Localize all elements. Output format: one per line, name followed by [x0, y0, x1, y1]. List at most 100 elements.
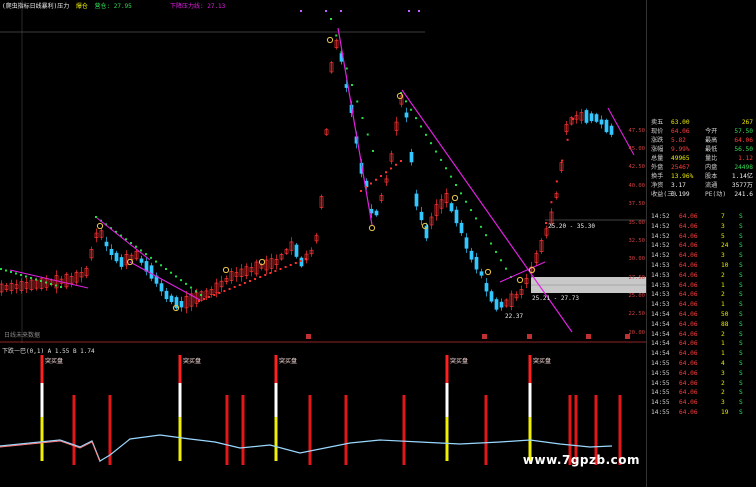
resistance-dot: [490, 242, 492, 245]
support-dot: [572, 118, 574, 120]
tick-row[interactable]: 14:55 64.06 2 S: [651, 379, 755, 388]
quote-value-2: 57.50: [734, 128, 753, 135]
support-dot: [213, 294, 216, 296]
signal-marker: [222, 266, 230, 274]
tick-row[interactable]: 14:55 64.06 3 S: [651, 398, 755, 407]
signal-bar-top: [274, 355, 278, 383]
tick-volume: 88: [721, 320, 729, 328]
support-dot: [294, 262, 297, 264]
tick-row[interactable]: 14:52 64.06 3 S: [651, 251, 755, 260]
resistance-dot: [60, 286, 62, 288]
top-marker: [300, 10, 302, 12]
support-dot: [555, 180, 558, 183]
support-dot: [264, 274, 267, 276]
tick-row[interactable]: 14:53 64.06 10 S: [651, 261, 755, 270]
tick-row[interactable]: 14:55 64.06 4 S: [651, 359, 755, 368]
tick-row[interactable]: 14:55 64.06 3 S: [651, 369, 755, 378]
quote-row: 收益(三) 0.199 PE(动) 241.6: [651, 190, 755, 199]
resistance-dot: [150, 256, 152, 259]
indicator-bar: [241, 395, 245, 465]
tick-row[interactable]: 14:52 64.06 5 S: [651, 232, 755, 241]
resistance-dot: [185, 282, 187, 285]
tick-row[interactable]: 14:53 64.06 1 S: [651, 281, 755, 290]
tick-row[interactable]: 14:54 64.06 50 S: [651, 310, 755, 319]
tick-price: 64.06: [679, 379, 698, 387]
support-dot: [395, 163, 397, 166]
quote-panel: 卖五 63.00 267 现价 64.06 今开 57.50 涨跌 5.82 最高 64.06 涨幅 9…: [646, 0, 756, 487]
support-dot: [254, 278, 257, 280]
tick-row[interactable]: 14:54 64.06 1 S: [651, 339, 755, 348]
tick-row[interactable]: 14:53 64.06 2 S: [651, 290, 755, 299]
tick-row[interactable]: 14:52 64.06 3 S: [651, 222, 755, 231]
tick-volume: 24: [721, 242, 729, 250]
resistance-dot: [155, 260, 157, 263]
legend-item-2: 爆仓: [75, 3, 88, 10]
resistance-dot: [5, 269, 7, 272]
tick-volume: 2: [721, 271, 725, 279]
quote-value: 63.00: [671, 119, 690, 126]
tick-volume: 19: [721, 409, 729, 416]
quote-row: 卖五 63.00 267: [651, 118, 755, 127]
tick-volume: 4: [721, 360, 725, 367]
date-marker: [527, 334, 532, 339]
candle-body: [469, 250, 474, 260]
resistance-dot: [165, 268, 167, 270]
quote-key: 外盘: [651, 164, 664, 171]
candle-body: [164, 290, 169, 300]
resistance-dot: [410, 108, 412, 111]
tick-row[interactable]: 14:54 64.06 1 S: [651, 349, 755, 358]
legend-label: (爬虫指标日线暴利)压力: [2, 3, 70, 10]
resistance-dot: [190, 286, 192, 289]
tick-volume: 3: [721, 252, 725, 260]
oscillator-line: [0, 434, 613, 462]
candle-body: [489, 291, 494, 302]
quote-value: 25467: [671, 164, 690, 171]
tick-volume: 50: [721, 311, 729, 318]
price-axis-label: 25.00: [628, 293, 645, 299]
signal-bar-top: [40, 355, 44, 383]
candlestick-chart[interactable]: [0, 0, 646, 343]
tick-time: 14:52: [651, 213, 670, 220]
quote-value-2: 1.12: [738, 155, 753, 162]
tick-row[interactable]: 14:53 64.06 2 S: [651, 271, 755, 280]
tick-price: 64.06: [679, 271, 698, 279]
resistance-dot: [425, 133, 427, 136]
resistance-dot: [10, 271, 12, 273]
tick-price: 64.06: [679, 340, 698, 348]
support-dot: [259, 276, 262, 278]
tick-time: 14:53: [651, 271, 670, 279]
tick-price: 64.06: [679, 262, 698, 269]
tick-direction: S: [739, 369, 743, 377]
tick-row[interactable]: 14:53 64.06 1 S: [651, 300, 755, 309]
tick-row[interactable]: 14:52 64.06 24 S: [651, 241, 755, 250]
tick-row[interactable]: 14:54 64.06 2 S: [651, 330, 755, 339]
tick-row[interactable]: 14:52 64.06 7 S: [651, 212, 755, 221]
signal-marker: [516, 276, 524, 284]
tick-row[interactable]: 14:54 64.06 88 S: [651, 320, 755, 329]
tick-price: 64.06: [679, 281, 698, 289]
resistance-dot: [372, 150, 374, 152]
tick-volume: 3: [721, 399, 725, 407]
candle-body: [459, 222, 464, 234]
signal-marker: [368, 224, 376, 232]
tick-price: 64.06: [679, 409, 698, 416]
candle-body: [499, 301, 504, 308]
tick-volume: 2: [721, 379, 725, 387]
signal-label: 突买盘: [450, 357, 468, 365]
support-dot: [375, 178, 377, 181]
indicator-legend: (爬虫指标日线暴利)压力 爆仓 营仓: 27.95: [2, 1, 135, 10]
watermark: www.7gpzb.com: [522, 453, 640, 467]
tick-direction: S: [739, 350, 743, 358]
quote-key-2: 股本: [705, 173, 718, 180]
quote-key: 总量: [651, 155, 664, 162]
tick-row[interactable]: 14:55 64.06 19 S: [651, 408, 755, 417]
signal-label: 突买盘: [533, 357, 551, 365]
signal-marker: [96, 222, 104, 230]
tick-volume: 1: [721, 350, 725, 358]
chart-area[interactable]: 突买盘 突买盘 突买盘 突买盘 突买盘 (爬虫指标日线暴利)压力 爆仓 营仓: 27.9…: [0, 0, 646, 487]
tick-direction: S: [739, 222, 743, 230]
resistance-dot: [445, 167, 447, 170]
tick-row[interactable]: 14:55 64.06 2 S: [651, 388, 755, 397]
tick-direction: S: [739, 320, 743, 328]
resistance-dot: [430, 142, 432, 145]
